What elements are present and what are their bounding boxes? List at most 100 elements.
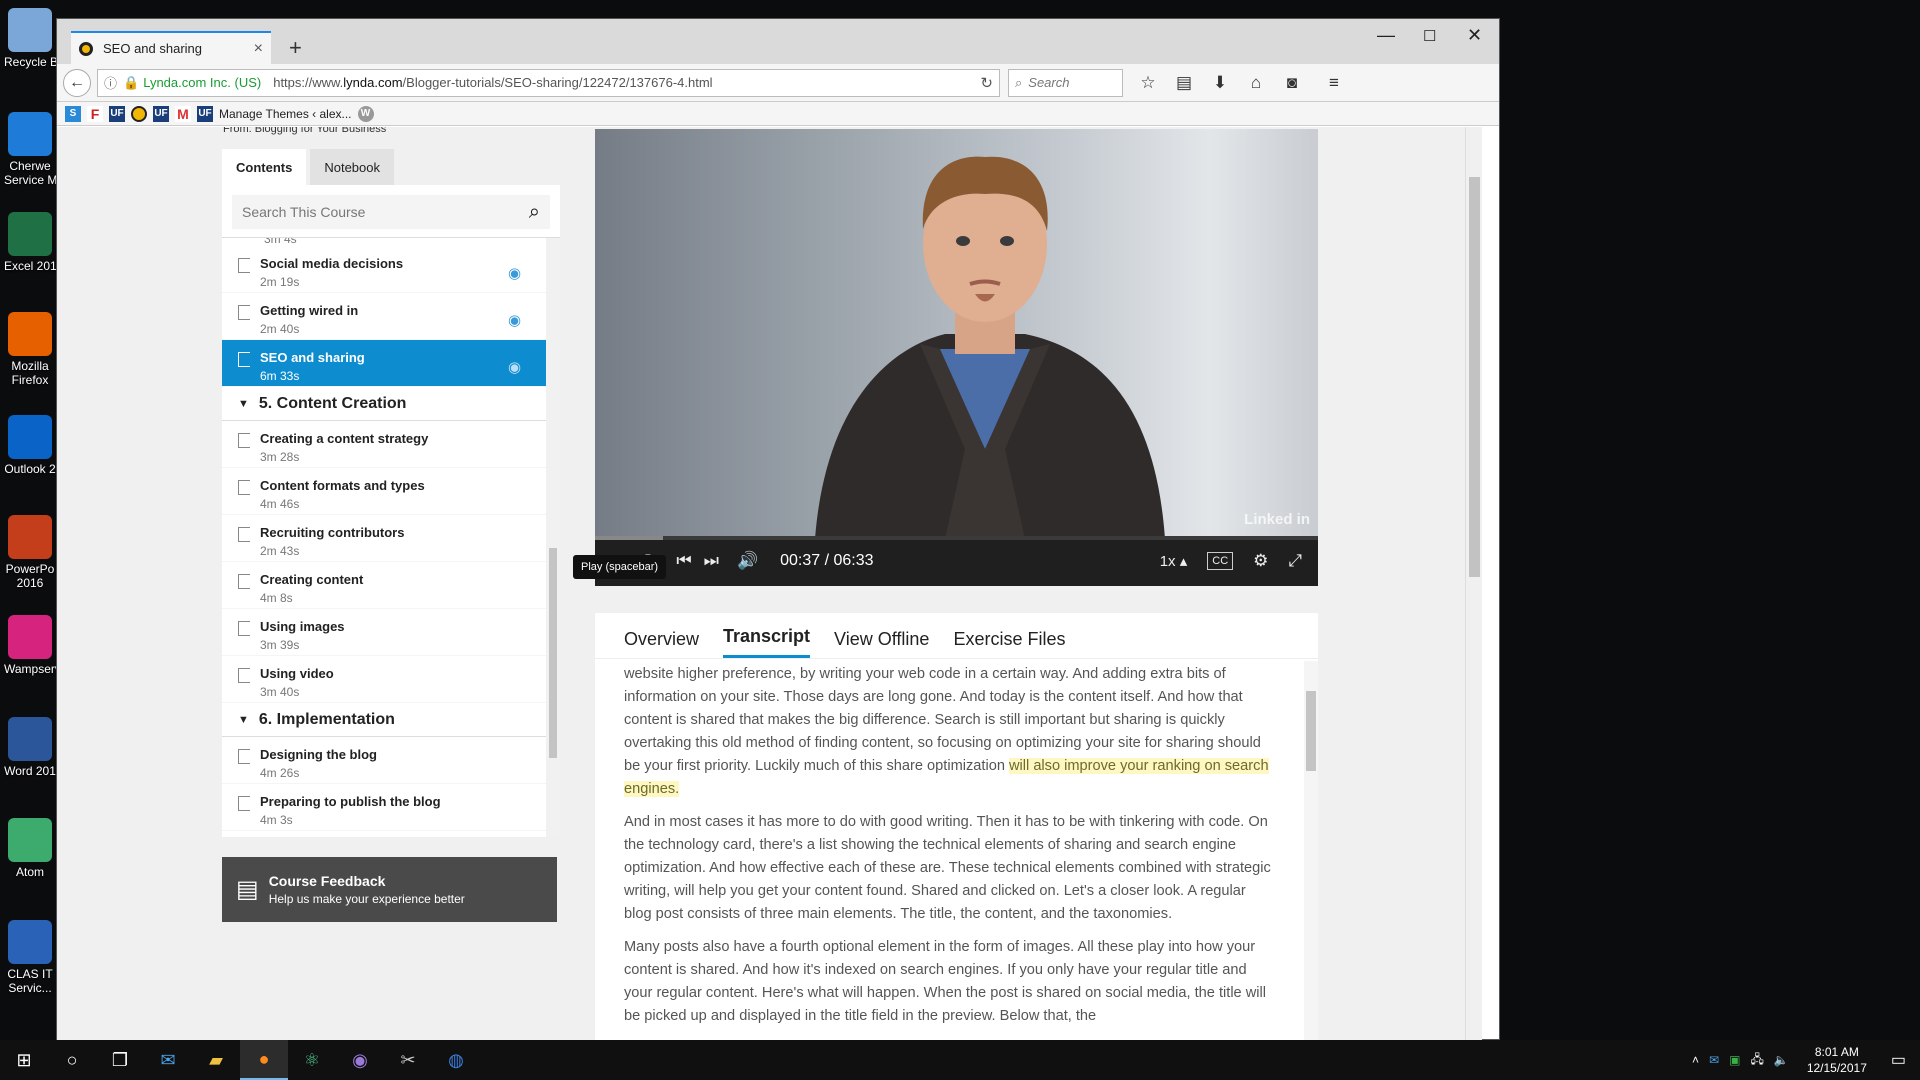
collapse-triangle-icon[interactable]: ▼ <box>238 398 249 410</box>
firefox-icon[interactable]: ● <box>240 1040 288 1080</box>
close-window-icon[interactable]: ✕ <box>1467 25 1482 46</box>
desktop-icon[interactable]: Atom <box>4 818 56 879</box>
checkbox-icon[interactable] <box>238 668 250 683</box>
desktop-icon[interactable]: Outlook 2 <box>4 415 56 476</box>
info-icon[interactable]: ⓘ <box>104 73 117 92</box>
bookmark-uf3-icon[interactable]: UF <box>197 105 213 122</box>
chevron-up-icon[interactable]: ˄ <box>1692 1053 1699 1067</box>
speed-button[interactable]: 1x ▴ <box>1160 552 1188 570</box>
browser-tab[interactable]: SEO and sharing × <box>71 31 271 64</box>
transcript-paragraph[interactable]: And in most cases it has more to do with… <box>624 811 1274 926</box>
checkbox-icon[interactable] <box>238 749 250 764</box>
checkbox-icon[interactable] <box>238 305 250 320</box>
desktop-icon[interactable]: Cherwe Service M <box>4 112 56 187</box>
search-icon[interactable]: ○ <box>48 1040 96 1080</box>
toc-video-item[interactable]: Using images 3m 39s <box>222 609 560 656</box>
progress-bar[interactable] <box>595 536 1318 540</box>
desktop-icon[interactable]: Excel 201 <box>4 212 56 273</box>
tab-notebook[interactable]: Notebook <box>310 149 394 185</box>
menu-icon[interactable]: ≡ <box>1323 73 1345 93</box>
checkbox-icon[interactable] <box>238 621 250 636</box>
bookmark-gmail-icon[interactable]: M <box>175 105 191 122</box>
clock[interactable]: 8:01 AM 12/15/2017 <box>1807 1044 1867 1076</box>
speaker-icon[interactable]: 🔈 <box>1774 1053 1789 1067</box>
network-icon[interactable]: 🖧 <box>1750 1050 1763 1071</box>
toc-video-item[interactable]: Recruiting contributors 2m 43s <box>222 515 560 562</box>
app-tray-icon[interactable]: ▣ <box>1729 1053 1740 1067</box>
bookmark-star-icon[interactable]: ☆ <box>1137 73 1159 93</box>
course-feedback-button[interactable]: ▤ Course Feedback Help us make your expe… <box>222 857 557 922</box>
bookmark-manage-themes[interactable]: Manage Themes ‹ alex... <box>219 107 352 121</box>
desktop-icon[interactable]: Word 201 <box>4 717 56 778</box>
transcript-paragraph[interactable]: website higher preference, by writing yo… <box>624 663 1274 801</box>
search-icon[interactable]: ⌕ <box>529 201 540 224</box>
tab-contents[interactable]: Contents <box>222 149 307 185</box>
transcript-scroll-thumb[interactable] <box>1306 691 1316 771</box>
checkbox-icon[interactable] <box>238 574 250 589</box>
file-explorer-icon[interactable]: ▰ <box>192 1040 240 1080</box>
checkbox-icon[interactable] <box>238 480 250 495</box>
course-search-input[interactable]: Search This Course ⌕ <box>232 195 550 229</box>
collapse-triangle-icon[interactable]: ▼ <box>238 714 249 726</box>
app-icon[interactable]: ◉ <box>336 1040 384 1080</box>
toc-chapter-header[interactable]: ▼ 6. Implementation <box>222 703 560 737</box>
close-tab-icon[interactable]: × <box>254 40 263 58</box>
search-bar[interactable]: ⌕ Search <box>1008 68 1123 97</box>
cherwell-icon[interactable]: ◍ <box>432 1040 480 1080</box>
toc-scrollbar[interactable] <box>546 238 560 837</box>
bookmark-wordpress-icon[interactable]: W <box>357 105 374 122</box>
new-tab-button[interactable]: + <box>289 35 302 61</box>
checkbox-icon[interactable] <box>238 527 250 542</box>
fullscreen-icon[interactable]: ⤢ <box>1288 551 1302 571</box>
bookmark-uf-icon[interactable]: UF <box>109 105 125 122</box>
reload-icon[interactable]: ↻ <box>980 74 993 92</box>
toc-video-item[interactable]: Getting wired in 2m 40s ◉ <box>222 293 560 340</box>
settings-gear-icon[interactable]: ⚙ <box>1253 551 1268 571</box>
start-button[interactable]: ⊞ <box>0 1040 48 1080</box>
toc-video-item[interactable]: Designing the blog 4m 26s <box>222 737 560 784</box>
bookmark-s-icon[interactable]: S <box>65 105 81 122</box>
task-view-icon[interactable]: ❐ <box>96 1040 144 1080</box>
checkbox-icon[interactable] <box>238 352 250 367</box>
bookmark-uf2-icon[interactable]: UF <box>153 105 169 122</box>
reading-list-icon[interactable]: ▤ <box>1173 73 1195 93</box>
notifications-icon[interactable]: ▭ <box>1891 1050 1906 1070</box>
desktop-icon[interactable]: Wampserv <box>4 615 56 676</box>
checkbox-icon[interactable] <box>238 796 250 811</box>
cc-button[interactable]: CC <box>1207 552 1234 570</box>
toc-video-item[interactable]: Preparing to publish the blog 4m 3s <box>222 784 560 831</box>
video-frame[interactable]: Linked in <box>595 129 1318 536</box>
transcript-paragraph[interactable]: Many posts also have a fourth optional e… <box>624 936 1274 1028</box>
snipping-tool-icon[interactable]: ✂ <box>384 1040 432 1080</box>
address-bar[interactable]: ⓘ 🔒 Lynda.com Inc. (US) https://www. lynd… <box>97 68 1000 97</box>
transcript-scrollbar[interactable] <box>1304 661 1318 1041</box>
volume-icon[interactable]: 🔊 <box>737 551 758 571</box>
checkbox-icon[interactable] <box>238 433 250 448</box>
home-icon[interactable]: ⌂ <box>1245 73 1267 93</box>
video-player[interactable]: Linked in ▶ ↻ ⏮ ⏭ 🔊 00:37 / 06:33 1x ▴ C… <box>595 129 1318 586</box>
page-scroll-thumb[interactable] <box>1469 177 1480 577</box>
atom-icon[interactable]: ⚛ <box>288 1040 336 1080</box>
desktop-icon[interactable]: Mozilla Firefox <box>4 312 56 387</box>
toc-video-item[interactable]: SEO and sharing 6m 33s ◉ <box>222 340 560 387</box>
tab-transcript[interactable]: Transcript <box>723 626 811 658</box>
minimize-icon[interactable]: — <box>1377 25 1395 46</box>
toc-video-item[interactable]: Content formats and types 4m 46s <box>222 468 560 515</box>
page-scrollbar[interactable] <box>1465 127 1482 1041</box>
toc-video-item[interactable]: Using video 3m 40s <box>222 656 560 703</box>
previous-icon[interactable]: ⏮ <box>676 551 691 571</box>
outlook-icon[interactable]: ✉ <box>144 1040 192 1080</box>
back-button[interactable]: ← <box>63 68 91 97</box>
toc-video-item[interactable]: Creating a content strategy 3m 28s <box>222 421 560 468</box>
maximize-icon[interactable]: ☐ <box>1423 27 1436 45</box>
toc-video-item[interactable]: Social media decisions 2m 19s ◉ <box>222 246 560 293</box>
tab-exercise-files[interactable]: Exercise Files <box>953 629 1065 658</box>
tab-view-offline[interactable]: View Offline <box>834 629 929 658</box>
desktop-icon[interactable]: Recycle B <box>4 8 56 69</box>
download-icon[interactable]: ⬇ <box>1209 73 1231 93</box>
toc-video-item[interactable]: Creating content 4m 8s <box>222 562 560 609</box>
desktop-icon[interactable]: PowerPo 2016 <box>4 515 56 590</box>
toc-chapter-header[interactable]: ▼ 5. Content Creation <box>222 387 560 421</box>
desktop-icon[interactable]: CLAS IT Servic... <box>4 920 56 995</box>
checkbox-icon[interactable] <box>238 258 250 273</box>
